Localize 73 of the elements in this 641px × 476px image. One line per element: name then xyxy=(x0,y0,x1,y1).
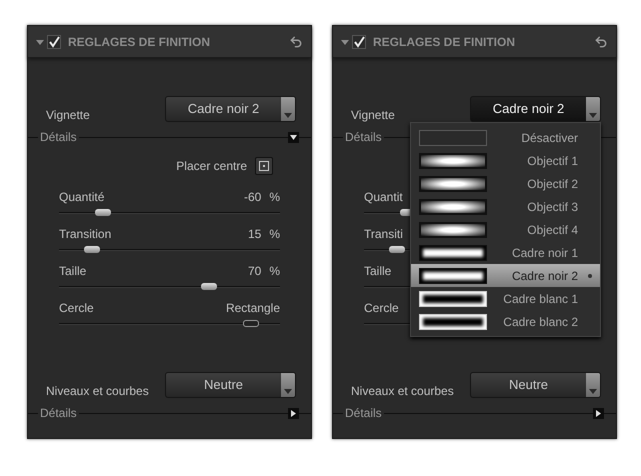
section-label: Détails xyxy=(39,405,78,422)
slider-label: Cercle xyxy=(59,300,94,317)
menu-item[interactable]: Objectif 2 xyxy=(411,172,600,195)
vignette-preview-icon xyxy=(419,198,487,214)
slider-thumb[interactable] xyxy=(95,209,112,216)
slider-thumb[interactable] xyxy=(243,320,260,327)
vignette-label: Vignette xyxy=(351,107,395,124)
dropdown[interactable]: Cadre noir 2 xyxy=(165,96,296,122)
enable-checkbox[interactable] xyxy=(47,34,61,48)
section-toggle[interactable] xyxy=(593,408,604,418)
slider-label: Quantité xyxy=(59,189,104,206)
dropdown-arrow-icon xyxy=(589,389,597,394)
unit-label: % xyxy=(269,189,280,206)
place-center-label: Placer centre xyxy=(176,158,247,175)
right-arrow-icon xyxy=(595,410,602,416)
section-toggle[interactable] xyxy=(288,408,299,418)
vignette-label: Vignette xyxy=(46,107,90,124)
menu-item[interactable]: Objectif 1 xyxy=(411,149,600,172)
panel-title: REGLAGES DE FINITION xyxy=(68,34,212,50)
levels-label: Niveaux et courbes xyxy=(351,383,454,400)
collapse-arrow-icon[interactable] xyxy=(36,38,44,46)
dropdown-arrow-icon xyxy=(284,389,292,394)
panel-title: REGLAGES DE FINITION xyxy=(373,34,516,50)
dropdown-arrow-icon xyxy=(284,113,292,118)
right-arrow-icon xyxy=(290,410,297,416)
vignette-preview-icon xyxy=(419,222,487,238)
dropdown[interactable]: Neutre xyxy=(470,372,601,398)
slider-value: -60 xyxy=(244,189,262,206)
dropdown-arrow-icon xyxy=(589,113,597,118)
vignette-preview-icon xyxy=(419,314,487,330)
vignette-preview-icon xyxy=(419,176,487,192)
slider-value: 15 xyxy=(248,226,262,243)
menu-item[interactable]: Objectif 3 xyxy=(411,195,600,218)
check-icon xyxy=(48,36,60,48)
slider-thumb[interactable] xyxy=(84,246,100,253)
vignette-preview-icon xyxy=(419,244,487,260)
unit-label: % xyxy=(269,226,280,243)
check-icon xyxy=(353,36,365,48)
section-toggle[interactable] xyxy=(288,132,299,142)
dropdown[interactable]: Cadre noir 2 xyxy=(470,96,601,122)
unit-label: % xyxy=(269,263,280,280)
slider-label: Taille xyxy=(364,263,392,280)
levels-label: Niveaux et courbes xyxy=(46,383,149,400)
vignette-preview-icon xyxy=(419,152,487,168)
slider-thumb[interactable] xyxy=(201,283,218,290)
down-arrow-icon xyxy=(290,134,297,140)
menu-item[interactable]: Cadre noir 2 xyxy=(411,264,600,287)
menu-item[interactable]: Cadre blanc 2 xyxy=(411,310,600,333)
undo-icon[interactable] xyxy=(594,34,608,48)
place-center-button[interactable] xyxy=(255,157,273,175)
undo-icon[interactable] xyxy=(289,34,303,48)
vignette-preview-icon xyxy=(419,130,487,146)
center-icon xyxy=(259,161,269,171)
slider-label: Transiti xyxy=(364,226,403,243)
section-label: Détails xyxy=(344,129,383,146)
section-label: Détails xyxy=(39,129,78,146)
enable-checkbox[interactable] xyxy=(352,34,366,48)
menu-item[interactable]: Désactiver xyxy=(411,126,600,149)
collapse-arrow-icon[interactable] xyxy=(341,38,349,46)
menu-item[interactable]: Cadre blanc 1 xyxy=(411,287,600,310)
vignette-preview-icon xyxy=(419,268,487,284)
menu-item[interactable]: Objectif 4 xyxy=(411,218,600,241)
menu-item[interactable]: Cadre noir 1 xyxy=(411,241,600,264)
dropdown[interactable]: Neutre xyxy=(165,372,296,398)
slider-label: Cercle xyxy=(364,300,399,317)
section-label: Détails xyxy=(344,405,383,422)
slider-label: Quantit xyxy=(364,189,403,206)
vignette-preview-icon xyxy=(419,290,487,306)
slider-label: Rectangle xyxy=(226,300,280,317)
slider-thumb[interactable] xyxy=(389,246,406,253)
slider-value: 70 xyxy=(248,263,262,280)
slider-label: Transition xyxy=(59,226,112,243)
slider-label: Taille xyxy=(59,263,86,280)
